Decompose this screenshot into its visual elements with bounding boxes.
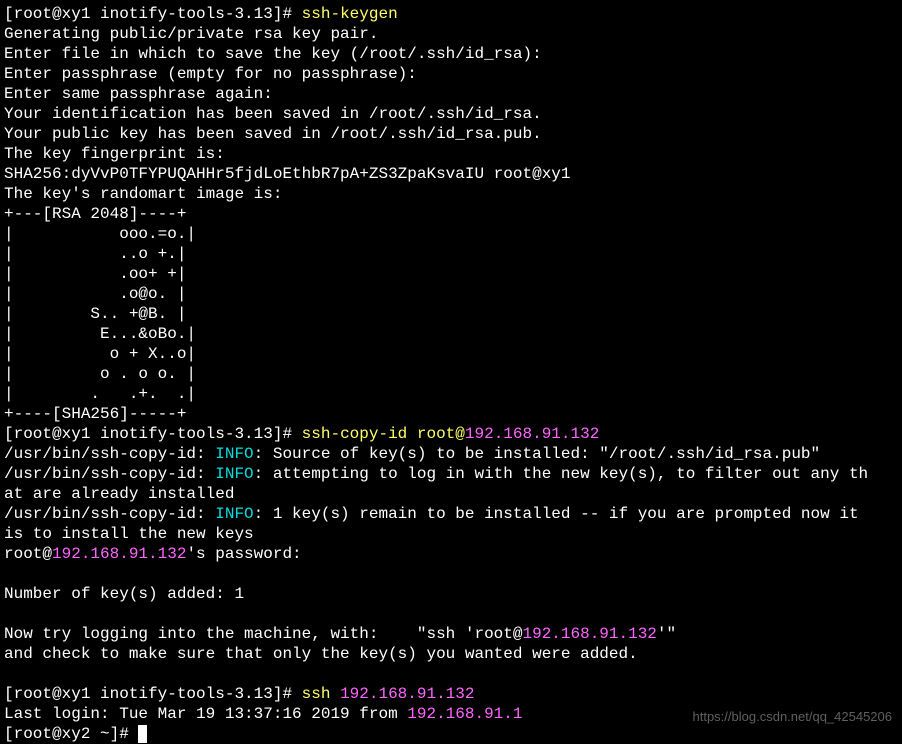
try-login-line: Now try logging into the machine, with: …: [4, 625, 676, 643]
terminal-output[interactable]: [root@xy1 inotify-tools-3.13]# ssh-keyge…: [4, 4, 898, 744]
randomart-line: +---[RSA 2048]----+: [4, 205, 186, 223]
prompt-line-2: [root@xy1 inotify-tools-3.13]# ssh-copy-…: [4, 425, 599, 443]
randomart-line: | S.. +@B. |: [4, 305, 186, 323]
output-line: The key's randomart image is:: [4, 185, 282, 203]
output-line: Enter file in which to save the key (/ro…: [4, 45, 542, 63]
randomart-line: | o . o o. |: [4, 365, 196, 383]
password-prompt: root@192.168.91.132's password:: [4, 545, 302, 563]
output-line: Your identification has been saved in /r…: [4, 105, 542, 123]
cursor-icon: [138, 725, 147, 743]
fingerprint-line: SHA256:dyVvP0TFYPUQAHHr5fjdLoEthbR7pA+ZS…: [4, 165, 571, 183]
randomart-line: | ooo.=o.|: [4, 225, 196, 243]
output-line: The key fingerprint is:: [4, 145, 225, 163]
randomart-line: | .o@o. |: [4, 285, 186, 303]
prompt-line-1: [root@xy1 inotify-tools-3.13]# ssh-keyge…: [4, 5, 398, 23]
randomart-line: | . .+. .|: [4, 385, 196, 403]
randomart-line: +----[SHA256]-----+: [4, 405, 186, 423]
ssh-copy-info-2-cont: at are already installed: [4, 485, 234, 503]
randomart-line: | o + X..o|: [4, 345, 196, 363]
watermark-text: https://blog.csdn.net/qq_42545206: [693, 709, 893, 725]
prompt-line-3: [root@xy1 inotify-tools-3.13]# ssh 192.1…: [4, 685, 474, 703]
check-line: and check to make sure that only the key…: [4, 645, 638, 663]
randomart-line: | E...&oBo.|: [4, 325, 196, 343]
prompt-line-4[interactable]: [root@xy2 ~]#: [4, 725, 147, 743]
output-line: Your public key has been saved in /root/…: [4, 125, 542, 143]
output-line: Generating public/private rsa key pair.: [4, 25, 378, 43]
ssh-copy-info-1: /usr/bin/ssh-copy-id: INFO: Source of ke…: [4, 445, 820, 463]
ssh-copy-info-2: /usr/bin/ssh-copy-id: INFO: attempting t…: [4, 465, 868, 483]
last-login-line: Last login: Tue Mar 19 13:37:16 2019 fro…: [4, 705, 522, 723]
output-line: Enter same passphrase again:: [4, 85, 273, 103]
randomart-line: | .oo+ +|: [4, 265, 186, 283]
keys-added: Number of key(s) added: 1: [4, 585, 244, 603]
ssh-copy-info-3: /usr/bin/ssh-copy-id: INFO: 1 key(s) rem…: [4, 505, 868, 523]
output-line: Enter passphrase (empty for no passphras…: [4, 65, 417, 83]
randomart-line: | ..o +.|: [4, 245, 186, 263]
ssh-copy-info-3-cont: is to install the new keys: [4, 525, 254, 543]
